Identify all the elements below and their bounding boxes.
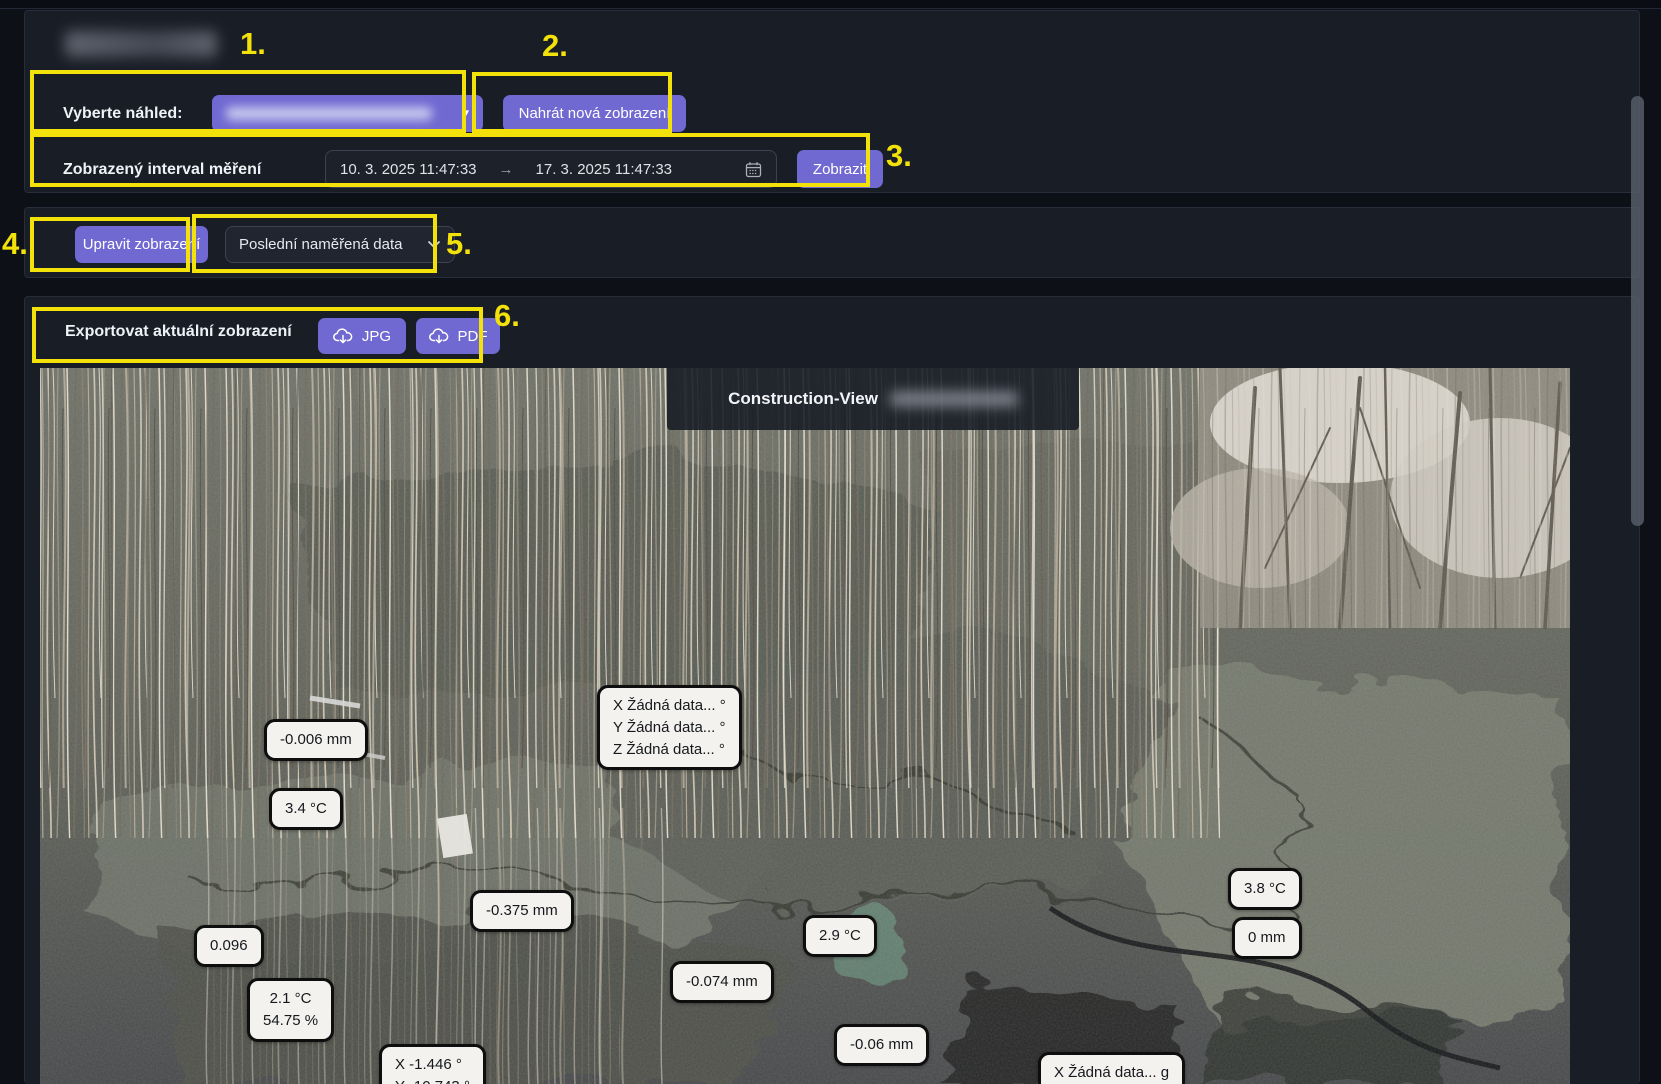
measurement-label: X Žádná data... g <box>1038 1052 1185 1084</box>
redacted-page-title <box>65 31 217 57</box>
show-button[interactable]: Zobrazit <box>797 150 883 188</box>
data-mode-select[interactable]: Poslední naměřená data <box>225 226 455 263</box>
measurement-label: 0 mm <box>1232 917 1302 959</box>
photo-canvas[interactable]: Construction-View -0.006 mm 3.4 °C X Žádná… <box>40 368 1570 1084</box>
panel-edit-controls: Upravit zobrazení Poslední naměřená data <box>24 207 1640 278</box>
view-title: Construction-View <box>728 389 878 409</box>
annotation-number-3: 3. <box>886 140 912 171</box>
redacted-view-title-suffix <box>890 391 1018 407</box>
data-mode-value: Poslední naměřená data <box>239 236 402 253</box>
annotation-number-1: 1. <box>240 28 266 59</box>
measurement-label: 0.096 <box>194 925 264 967</box>
measurement-label: 3.4 °C <box>269 788 343 830</box>
measurement-label: -0.006 mm <box>264 719 368 761</box>
export-pdf-label: PDF <box>458 328 488 345</box>
view-title-bar: Construction-View <box>667 368 1079 430</box>
chevron-down-icon <box>427 240 441 249</box>
view-select-dropdown[interactable]: ▾ <box>212 95 483 132</box>
annotation-number-6: 6. <box>494 300 520 331</box>
measurement-label: -0.074 mm <box>670 961 774 1003</box>
download-cloud-icon <box>429 328 449 344</box>
measurement-label: 2.9 °C <box>803 915 877 957</box>
top-window-strip <box>0 0 1661 9</box>
redacted-selected-view <box>226 107 432 120</box>
upload-new-views-button[interactable]: Nahrát nová zobrazení <box>503 95 686 132</box>
dropdown-caret-icon: ▾ <box>463 108 469 119</box>
annotation-number-4: 4. <box>2 228 28 259</box>
export-jpg-label: JPG <box>362 328 391 345</box>
annotation-number-2: 2. <box>542 30 568 61</box>
measurement-label: 2.1 °C54.75 % <box>247 978 334 1042</box>
panel-view-controls: Vyberte náhled: ▾ Nahrát nová zobrazení … <box>24 10 1640 193</box>
scrollbar-thumb[interactable] <box>1631 96 1644 526</box>
edit-view-button[interactable]: Upravit zobrazení <box>75 226 208 263</box>
interval-label: Zobrazený interval měření <box>63 161 261 179</box>
arrow-right-icon: → <box>499 161 514 178</box>
download-cloud-icon <box>333 328 353 344</box>
measurement-label: -0.06 mm <box>834 1024 929 1066</box>
date-to-value[interactable]: 17. 3. 2025 11:47:33 <box>536 161 673 178</box>
measurement-label: 3.8 °C <box>1228 868 1302 910</box>
annotation-number-5: 5. <box>446 228 472 259</box>
date-from-value[interactable]: 10. 3. 2025 11:47:33 <box>340 161 477 178</box>
export-jpg-button[interactable]: JPG <box>318 318 406 354</box>
measurement-label: X -1.446 °Y -10.743 ° <box>379 1044 486 1084</box>
calendar-icon[interactable] <box>745 161 762 178</box>
measurement-label: X Žádná data... °Y Žádná data... °Z Žádn… <box>597 685 742 770</box>
export-pdf-button[interactable]: PDF <box>416 318 500 354</box>
select-view-label: Vyberte náhled: <box>63 105 182 123</box>
measurement-label: -0.375 mm <box>470 890 574 932</box>
export-label: Exportovat aktuální zobrazení <box>65 323 292 341</box>
date-range-input[interactable]: 10. 3. 2025 11:47:33 → 17. 3. 2025 11:47… <box>325 150 777 188</box>
